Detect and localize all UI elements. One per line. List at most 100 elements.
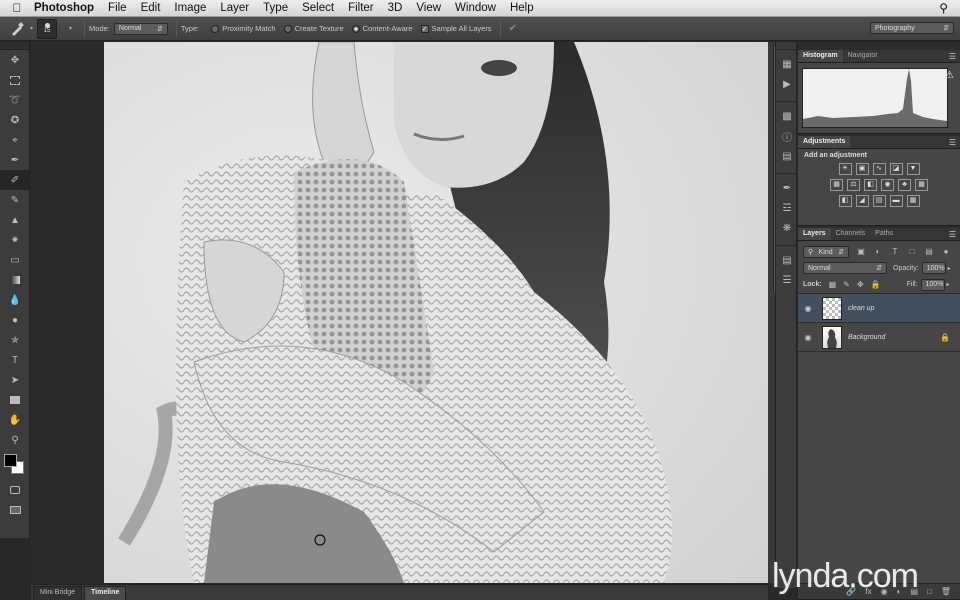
apple-menu-icon[interactable]:  xyxy=(0,1,34,15)
tab-channels[interactable]: Channels xyxy=(831,228,871,240)
sample-all-layers-checkbox[interactable]: ✓ xyxy=(420,24,429,33)
filter-toggle-icon[interactable]: ● xyxy=(941,247,951,257)
lock-all-icon[interactable]: 🔒 xyxy=(871,280,881,289)
tab-adjustments[interactable]: Adjustments xyxy=(798,136,851,148)
crop-tool-icon[interactable]: ⌖ xyxy=(0,130,30,150)
vibrance-icon[interactable]: ▼ xyxy=(906,163,920,175)
layer-comps-icon[interactable]: ▩ xyxy=(776,106,798,126)
lasso-tool-icon[interactable]: ➰ xyxy=(0,90,30,110)
move-tool-icon[interactable]: ✥ xyxy=(0,50,30,70)
photo-filter-icon[interactable]: ◉ xyxy=(881,179,894,191)
lock-pixels-icon[interactable]: ✎ xyxy=(843,280,850,289)
path-selection-tool-icon[interactable]: ➤ xyxy=(0,370,30,390)
filter-type-icon[interactable]: T xyxy=(890,247,900,257)
eyedropper-tool-icon[interactable]: ✒ xyxy=(0,150,30,170)
hand-tool-icon[interactable]: ✋ xyxy=(0,410,30,430)
exposure-icon[interactable]: ◪ xyxy=(889,163,903,175)
history-brush-tool-icon[interactable]: ✷ xyxy=(0,230,30,250)
marquee-tool-icon[interactable] xyxy=(0,70,30,90)
blend-mode-select[interactable]: Normal ⇵ xyxy=(803,262,887,274)
app-menu[interactable]: Photoshop xyxy=(34,2,94,14)
gradient-map-icon[interactable]: ▬ xyxy=(889,195,903,207)
blur-tool-icon[interactable]: 💧 xyxy=(0,290,30,310)
layer-row-background[interactable]: ◉ Background 🔒 xyxy=(798,323,960,352)
screen-mode-icon[interactable] xyxy=(0,500,30,520)
zoom-tool-icon[interactable]: ⚲ xyxy=(0,430,30,450)
brush-picker[interactable]: 15 xyxy=(37,18,58,39)
actions-icon[interactable]: ▶ xyxy=(776,74,798,94)
tab-mini-bridge[interactable]: Mini Bridge xyxy=(33,586,83,600)
history-icon[interactable]: ▦ xyxy=(776,54,798,74)
panel-grip[interactable] xyxy=(0,42,29,50)
filter-pixel-icon[interactable]: ▣ xyxy=(856,247,866,257)
menu-window[interactable]: Window xyxy=(455,2,496,14)
visibility-eye-icon[interactable]: ◉ xyxy=(798,333,818,342)
new-layer-icon[interactable]: □ xyxy=(927,587,932,596)
hue-saturation-icon[interactable]: ▦ xyxy=(830,179,843,191)
visibility-eye-icon[interactable]: ◉ xyxy=(798,304,818,313)
dodge-tool-icon[interactable]: ● xyxy=(0,310,30,330)
layer-name[interactable]: Background xyxy=(848,334,940,341)
paragraph-icon[interactable]: ☰ xyxy=(776,270,798,290)
menu-view[interactable]: View xyxy=(416,2,441,14)
color-swatches[interactable] xyxy=(0,450,30,480)
tool-presets-icon[interactable]: ✒ xyxy=(776,178,798,198)
create-texture-radio[interactable] xyxy=(283,24,292,33)
posterize-icon[interactable]: ◢ xyxy=(855,195,869,207)
fill-chevron-icon[interactable]: ▸ xyxy=(947,281,950,288)
warning-icon[interactable]: ⚠ xyxy=(945,70,956,81)
pen-tool-icon[interactable]: ✯ xyxy=(0,330,30,350)
workspace-select[interactable]: Photography ⇵ xyxy=(870,22,954,34)
brush-picker-chevron-icon[interactable]: ▾ xyxy=(69,25,72,32)
curves-icon[interactable]: ∿ xyxy=(872,163,886,175)
color-balance-icon[interactable]: ⚖ xyxy=(847,179,860,191)
channel-mixer-icon[interactable]: ♣ xyxy=(898,179,911,191)
proximity-match-radio[interactable] xyxy=(211,24,220,33)
brightness-contrast-icon[interactable]: ☀ xyxy=(838,163,852,175)
eraser-tool-icon[interactable]: ▭ xyxy=(0,250,30,270)
document-canvas[interactable] xyxy=(104,42,768,583)
tab-histogram[interactable]: Histogram xyxy=(798,50,843,62)
character-icon[interactable]: ▤ xyxy=(776,250,798,270)
levels-icon[interactable]: ▣ xyxy=(855,163,869,175)
brush-presets-icon[interactable]: ☲ xyxy=(776,198,798,218)
menu-file[interactable]: File xyxy=(108,2,127,14)
menu-image[interactable]: Image xyxy=(174,2,206,14)
tab-layers[interactable]: Layers xyxy=(798,228,831,240)
layer-row-clean-up[interactable]: ◉ clean up xyxy=(798,294,960,323)
menu-filter[interactable]: Filter xyxy=(348,2,374,14)
menu-3d[interactable]: 3D xyxy=(388,2,403,14)
spot-healing-brush-tool-icon[interactable]: ✐ xyxy=(0,170,30,190)
delete-layer-icon[interactable]: 🗑 xyxy=(941,587,951,596)
panel-menu-icon[interactable]: ☰ xyxy=(949,138,956,147)
black-white-icon[interactable]: ◧ xyxy=(864,179,877,191)
filter-adjustment-icon[interactable]: ◐ xyxy=(873,247,883,257)
quick-selection-tool-icon[interactable]: ✪ xyxy=(0,110,30,130)
tab-paths[interactable]: Paths xyxy=(870,228,898,240)
panel-menu-icon[interactable]: ☰ xyxy=(949,52,956,61)
brush-tool-icon[interactable]: ✎ xyxy=(0,190,30,210)
properties-icon[interactable]: ▤ xyxy=(776,146,798,166)
menu-select[interactable]: Select xyxy=(302,2,334,14)
menu-layer[interactable]: Layer xyxy=(220,2,249,14)
spotlight-search-icon[interactable]: ⚲ xyxy=(939,1,948,15)
info-icon[interactable]: ⓘ xyxy=(776,126,798,146)
clone-source-icon[interactable]: ❋ xyxy=(776,218,798,238)
quick-mask-icon[interactable] xyxy=(0,480,30,500)
canvas-vertical-scrollbar[interactable] xyxy=(768,42,778,583)
spot-healing-brush-tool-icon[interactable] xyxy=(6,20,28,38)
lock-transparent-icon[interactable]: ▦ xyxy=(829,280,837,289)
fill-input[interactable]: 100% xyxy=(920,278,945,291)
opacity-input[interactable]: 100% xyxy=(921,262,946,274)
mode-select[interactable]: Normal ⇵ xyxy=(113,22,168,35)
invert-icon[interactable]: ◧ xyxy=(838,195,852,207)
lock-position-icon[interactable]: ✥ xyxy=(857,280,864,289)
tab-timeline[interactable]: Timeline xyxy=(84,586,127,600)
gradient-tool-icon[interactable] xyxy=(0,270,30,290)
tool-preset-chevron-icon[interactable]: ▾ xyxy=(30,25,33,32)
rectangle-tool-icon[interactable] xyxy=(0,390,30,410)
menu-type[interactable]: Type xyxy=(263,2,288,14)
threshold-icon[interactable]: ▤ xyxy=(872,195,886,207)
menu-edit[interactable]: Edit xyxy=(141,2,161,14)
layer-name[interactable]: clean up xyxy=(848,305,960,312)
